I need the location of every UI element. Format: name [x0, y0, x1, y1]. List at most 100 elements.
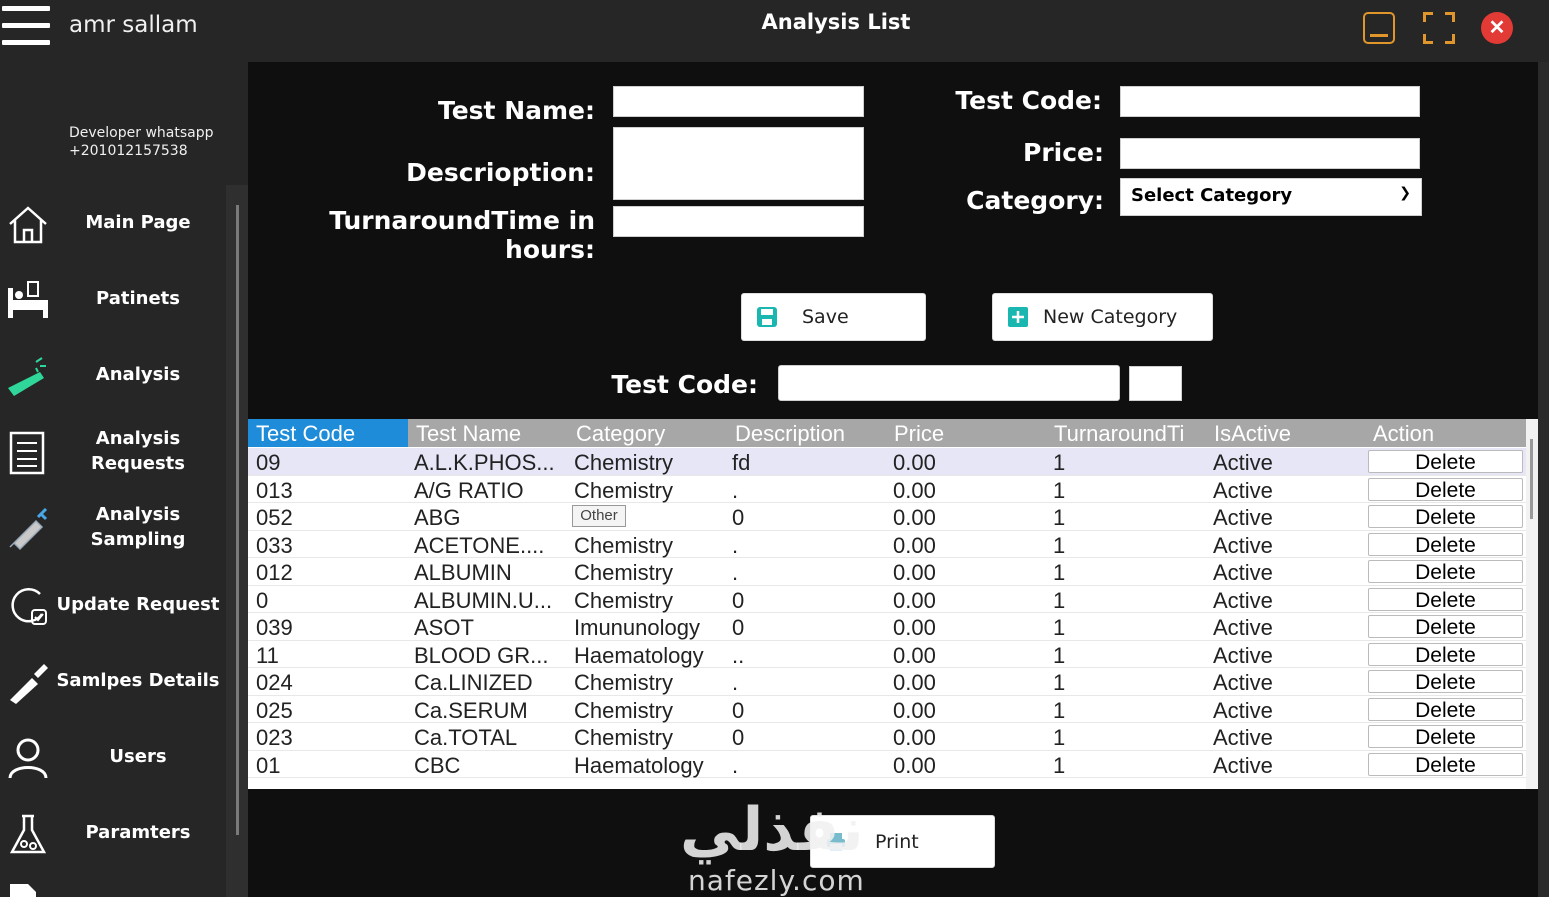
document-list-icon [9, 431, 45, 475]
document-icon[interactable] [10, 884, 38, 897]
sidebar-item-update-request[interactable]: Update Request [0, 574, 226, 634]
table-row[interactable]: 0 ALBUMIN.U... Chemistry 0 0.00 1 Active Delete [248, 585, 1526, 613]
delete-button[interactable]: Delete [1368, 560, 1523, 584]
delete-button[interactable]: Delete [1368, 477, 1523, 502]
test-name-label: Test Name: [437, 96, 595, 125]
cell-active: Active [1213, 752, 1273, 778]
cell-category: Chemistry [574, 670, 674, 695]
cell-code: 012 [256, 560, 293, 585]
sidebar-item-main-page[interactable]: Main Page [0, 192, 226, 252]
sidebar-item-analysis-sampling[interactable]: Analysis Sampling [0, 497, 226, 557]
minimize-icon[interactable] [1363, 12, 1395, 44]
cell-category: Chemistry [574, 725, 674, 750]
turnaround-label: TurnaroundTime in hours: [329, 206, 595, 264]
sidebar-item-label: Patinets [96, 287, 180, 309]
cell-code: 039 [256, 615, 293, 640]
delete-button[interactable]: Delete [1368, 450, 1523, 474]
cell-name: ALBUMIN [414, 560, 512, 585]
table-row[interactable]: 025 Ca.SERUM Chemistry 0 0.00 1 Active Delete [248, 695, 1526, 723]
column-header[interactable]: Price [886, 419, 1046, 447]
sidebar-scrollbar[interactable] [226, 185, 248, 897]
cell-name: ALBUMIN.U... [414, 587, 553, 613]
column-header[interactable]: Category [568, 419, 727, 447]
column-header[interactable]: Test Code [248, 419, 408, 447]
cell-price: 0.00 [893, 725, 936, 750]
column-header[interactable]: Test Name [408, 419, 568, 447]
cell-description: 0 [732, 587, 745, 613]
turnaround-input[interactable] [613, 206, 864, 237]
cell-price: 0.00 [893, 477, 936, 503]
sidebar-item-label: Samlpes Details [56, 669, 220, 691]
cell-tat: 1 [1053, 532, 1066, 558]
cell-name: A/G RATIO [414, 477, 524, 503]
test-name-input[interactable] [613, 86, 864, 117]
sidebar-item-samples-details[interactable]: Samlpes Details [0, 650, 226, 710]
page-title: Analysis List [761, 10, 911, 34]
save-icon [757, 307, 777, 327]
search-button[interactable] [1129, 366, 1182, 401]
description-input[interactable] [613, 127, 864, 200]
delete-button[interactable]: Delete [1368, 532, 1523, 557]
test-tube-icon [8, 357, 46, 396]
cell-active: Active [1213, 670, 1273, 695]
table-row[interactable]: 013 A/G RATIO Chemistry. 0.00 1 Active Delete [248, 475, 1526, 503]
column-header[interactable]: IsActive [1206, 419, 1365, 447]
cell-price: 0.00 [893, 615, 936, 640]
delete-button[interactable]: Delete [1368, 725, 1523, 749]
new-category-button[interactable]: New Category [992, 293, 1213, 341]
users-icon [8, 738, 48, 779]
column-header[interactable]: TurnaroundTi [1046, 419, 1206, 447]
sidebar-item-analysis-requests[interactable]: Analysis Requests [0, 421, 226, 481]
sidebar-item-label: Analysis Sampling [90, 504, 186, 550]
cell-code: 0 [256, 587, 269, 613]
table-row[interactable]: 024 Ca.LINIZED Chemistry. 0.00 1 Active Delete [248, 668, 1526, 696]
cell-price: 0.00 [893, 587, 936, 613]
delete-button[interactable]: Delete [1368, 642, 1523, 667]
table-row[interactable]: 012 ALBUMIN Chemistry. 0.00 1 Active Delete [248, 558, 1526, 586]
table-row[interactable]: 052 ABG 0 0.00 1 Active Delete [248, 503, 1526, 531]
cell-code: 033 [256, 532, 293, 558]
sidebar-item-patients[interactable]: Patinets [0, 268, 226, 328]
table-row[interactable]: 033 ACETONE.... Chemistry. 0.00 1 Active Delet… [248, 530, 1526, 558]
developer-info: Developer whatsapp +201012157538 [69, 124, 214, 160]
sidebar-item-label: Users [109, 745, 167, 767]
sidebar-item-users[interactable]: Users [0, 726, 226, 786]
delete-button[interactable]: Delete [1368, 587, 1523, 612]
delete-button[interactable]: Delete [1368, 670, 1523, 694]
analysis-table: Test Code Test Name Category Description Pri… [248, 419, 1526, 789]
cell-tat: 1 [1053, 505, 1066, 530]
table-row[interactable]: 09 A.L.K.PHOS... Chemistry fd 0.00 1 Active Del… [248, 448, 1526, 476]
delete-button[interactable]: Delete [1368, 505, 1523, 529]
save-button[interactable]: Save [741, 293, 926, 341]
maximize-icon[interactable] [1423, 12, 1455, 44]
sidebar-item-parameters[interactable]: Paramters [0, 802, 226, 862]
cell-active: Active [1213, 505, 1273, 530]
delete-button[interactable]: Delete [1368, 697, 1523, 722]
cell-code: 01 [256, 752, 281, 778]
cell-active: Active [1213, 642, 1273, 668]
cell-category: Imununology [574, 615, 700, 640]
table-row[interactable]: 11 BLOOD GR... Haematology.. 0.00 1 Active Del… [248, 640, 1526, 668]
cell-category: Chemistry [574, 477, 674, 503]
search-code-input[interactable] [778, 365, 1120, 401]
delete-button[interactable]: Delete [1368, 615, 1523, 639]
category-select[interactable]: Select Category ❯ [1120, 178, 1422, 216]
category-tooltip: Other [572, 505, 626, 527]
table-row[interactable]: 039 ASOT Imununology 0 0.00 1 Active Delete [248, 613, 1526, 641]
cell-description: . [732, 752, 739, 778]
delete-button[interactable]: Delete [1368, 752, 1523, 777]
price-input[interactable] [1120, 138, 1420, 169]
description-label: Descrioption: [406, 158, 595, 187]
close-icon[interactable]: ✕ [1481, 12, 1513, 44]
test-code-input[interactable] [1120, 86, 1420, 117]
cell-active: Active [1213, 697, 1273, 723]
cell-active: Active [1213, 532, 1273, 558]
column-header[interactable]: Description [727, 419, 886, 447]
table-row[interactable]: 01 CBC Haematology. 0.00 1 Active Delete [248, 750, 1526, 778]
column-header[interactable]: Action [1365, 419, 1526, 447]
main-scrollbar[interactable] [1538, 62, 1549, 897]
sidebar-item-analysis[interactable]: Analysis [0, 344, 226, 404]
table-scrollbar[interactable] [1526, 419, 1538, 789]
home-icon [9, 206, 47, 244]
table-row[interactable]: 023 Ca.TOTAL Chemistry 0 0.00 1 Active Delete [248, 723, 1526, 751]
